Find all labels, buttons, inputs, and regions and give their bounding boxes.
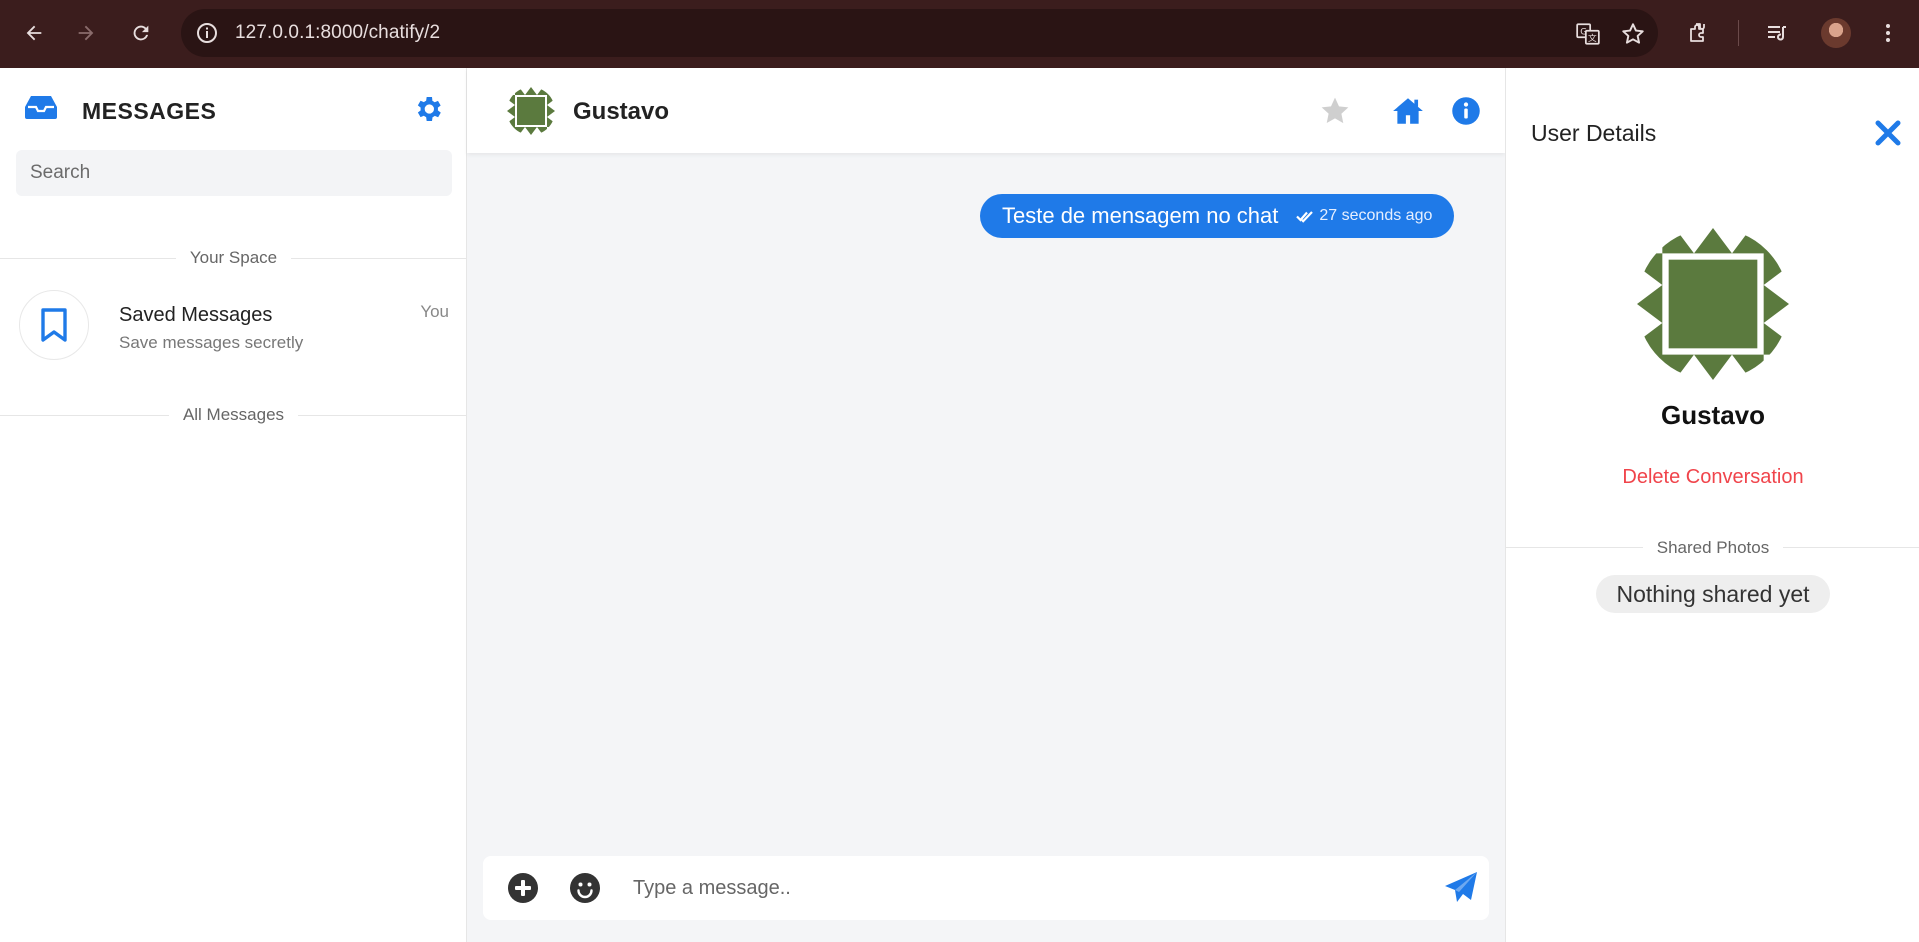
sidebar-header: MESSAGES xyxy=(0,68,467,138)
details-user-name: Gustavo xyxy=(1660,400,1766,430)
saved-messages-item[interactable]: Saved Messages Save messages secretly Yo… xyxy=(0,290,467,364)
contact-name: Gustavo xyxy=(573,98,670,125)
info-icon[interactable] xyxy=(1449,94,1483,128)
kebab-menu-icon[interactable] xyxy=(1873,18,1903,48)
chat-area: Gustavo Teste de mensagem no chat 27 sec… xyxy=(467,68,1505,942)
profile-avatar[interactable] xyxy=(1821,18,1851,48)
message-input[interactable] xyxy=(633,866,1393,910)
attach-plus-icon[interactable] xyxy=(507,872,539,904)
saved-messages-avatar xyxy=(19,290,89,360)
your-space-label: Your Space xyxy=(0,248,467,268)
bookmark-icon xyxy=(41,308,67,342)
extensions-icon[interactable] xyxy=(1684,18,1714,48)
double-check-icon xyxy=(1296,211,1314,223)
translate-icon[interactable]: G 文 xyxy=(1575,21,1601,47)
message-text: Teste de mensagem no chat xyxy=(1002,203,1279,228)
address-bar[interactable]: 127.0.0.1:8000/chatify/2 G 文 xyxy=(181,9,1658,57)
messages-sidebar: MESSAGES Your Space Saved Messages Save … xyxy=(0,68,467,942)
search-input[interactable] xyxy=(16,150,452,196)
user-details-panel: User Details Gustavo Delete Conversation… xyxy=(1505,68,1919,942)
url-text[interactable]: 127.0.0.1:8000/chatify/2 xyxy=(235,22,440,44)
sidebar-title: MESSAGES xyxy=(82,98,217,124)
close-icon[interactable] xyxy=(1873,118,1903,148)
browser-toolbar: 127.0.0.1:8000/chatify/2 G 文 xyxy=(0,0,1919,68)
all-messages-label: All Messages xyxy=(0,405,467,425)
saved-messages-subtitle: Save messages secretly xyxy=(119,333,304,352)
empty-shared-badge: Nothing shared yet xyxy=(1596,575,1830,613)
message-composer xyxy=(483,856,1489,920)
chat-header: Gustavo xyxy=(467,68,1505,153)
send-icon[interactable] xyxy=(1443,870,1479,906)
contact-avatar[interactable] xyxy=(507,87,555,135)
user-avatar-large xyxy=(1637,228,1789,380)
emoji-icon[interactable] xyxy=(569,872,601,904)
forward-arrow-icon[interactable] xyxy=(69,16,103,50)
bookmark-star-icon[interactable] xyxy=(1620,21,1646,47)
saved-messages-name: Saved Messages xyxy=(119,304,273,326)
details-title: User Details xyxy=(1531,120,1657,146)
site-info-icon[interactable] xyxy=(195,21,219,45)
message-bubble[interactable]: Teste de mensagem no chat 27 seconds ago xyxy=(980,194,1455,238)
inbox-icon xyxy=(25,96,57,119)
favorite-star-icon[interactable] xyxy=(1318,94,1352,128)
saved-messages-meta: You xyxy=(420,302,449,321)
shared-photos-label: Shared Photos xyxy=(1506,538,1919,558)
delete-conversation-button[interactable]: Delete Conversation xyxy=(1506,466,1919,489)
gear-icon[interactable] xyxy=(412,93,444,125)
message-timestamp: 27 seconds ago xyxy=(1319,207,1433,224)
toolbar-separator xyxy=(1738,20,1739,46)
back-arrow-icon[interactable] xyxy=(17,16,51,50)
reload-icon[interactable] xyxy=(124,16,158,50)
home-icon[interactable] xyxy=(1391,94,1425,128)
svg-text:文: 文 xyxy=(1588,32,1597,44)
media-controls-icon[interactable] xyxy=(1762,18,1792,48)
